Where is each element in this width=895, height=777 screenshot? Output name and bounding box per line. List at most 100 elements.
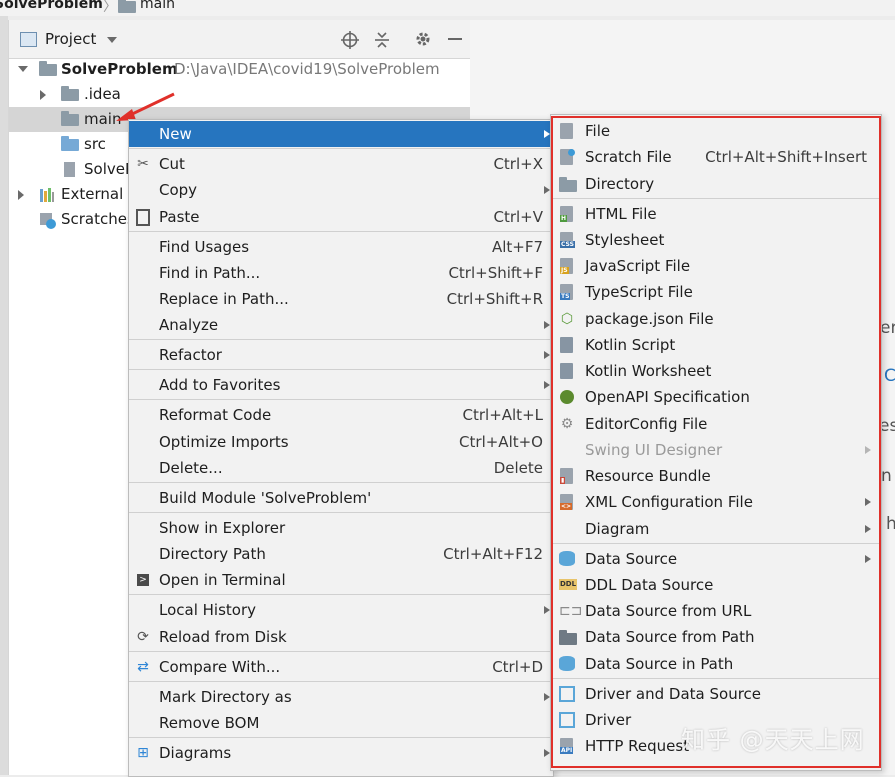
menu-separator: [129, 594, 553, 595]
menu-item-diagrams[interactable]: ⊞ Diagrams: [129, 740, 553, 766]
menu-separator: [551, 543, 881, 544]
new-item-xml-configuration[interactable]: <> XML Configuration File: [551, 489, 881, 515]
chevron-right-icon[interactable]: [18, 190, 24, 200]
new-item-typescript-file[interactable]: TS TypeScript File: [551, 279, 881, 305]
menu-item-show-in-explorer[interactable]: Show in Explorer: [129, 515, 553, 541]
menu-item-label: Data Source from URL: [585, 602, 752, 620]
link-icon: ⊏⊐: [559, 603, 583, 619]
new-item-data-source-url[interactable]: ⊏⊐ Data Source from URL: [551, 598, 881, 624]
tree-item-label: SolveP: [84, 160, 135, 178]
menu-item-replace-in-path[interactable]: Replace in Path... Ctrl+Shift+R: [129, 286, 553, 312]
menu-separator: [129, 231, 553, 232]
menu-item-find-usages[interactable]: Find Usages Alt+F7: [129, 234, 553, 260]
new-item-data-source[interactable]: Data Source: [551, 546, 881, 572]
new-item-kotlin-worksheet[interactable]: Kotlin Worksheet: [551, 358, 881, 384]
new-item-openapi[interactable]: OpenAPI Specification: [551, 384, 881, 410]
new-item-file[interactable]: File: [551, 118, 881, 144]
menu-item-find-in-path[interactable]: Find in Path... Ctrl+Shift+F: [129, 260, 553, 286]
menu-item-label: Open in Terminal: [159, 571, 286, 589]
menu-item-optimize-imports[interactable]: Optimize Imports Ctrl+Alt+O: [129, 429, 553, 455]
menu-separator: [129, 399, 553, 400]
xml-file-icon: <>: [559, 494, 575, 510]
menu-separator: [551, 678, 881, 679]
new-item-html-file[interactable]: H HTML File: [551, 201, 881, 227]
menu-item-local-history[interactable]: Local History: [129, 597, 553, 623]
menu-item-reformat-code[interactable]: Reformat Code Ctrl+Alt+L: [129, 402, 553, 428]
new-item-editorconfig[interactable]: ⚙ EditorConfig File: [551, 411, 881, 437]
project-view-title[interactable]: Project: [45, 30, 96, 48]
new-item-data-source-path[interactable]: Data Source from Path: [551, 624, 881, 650]
menu-item-compare-with[interactable]: ⇄ Compare With... Ctrl+D: [129, 654, 553, 680]
menu-item-label: JavaScript File: [585, 257, 691, 275]
new-item-javascript-file[interactable]: JS JavaScript File: [551, 253, 881, 279]
new-item-swing-ui-designer[interactable]: Swing UI Designer: [551, 437, 881, 463]
chevron-down-icon[interactable]: [107, 37, 117, 43]
menu-item-new[interactable]: New: [129, 121, 553, 147]
menu-item-label: Paste: [159, 208, 200, 226]
menu-item-label: Data Source from Path: [585, 628, 755, 646]
tree-item-root[interactable]: SolveProblem D:\Java\IDEA\covid19\SolveP…: [9, 57, 471, 82]
collapse-all-icon[interactable]: [373, 31, 391, 49]
menu-item-reload-from-disk[interactable]: ⟳ Reload from Disk: [129, 624, 553, 650]
menu-item-shortcut: Ctrl+Shift+R: [446, 290, 543, 308]
new-item-diagram[interactable]: Diagram: [551, 516, 881, 542]
tree-item-label: External L: [61, 185, 137, 203]
gear-icon[interactable]: [414, 30, 432, 48]
chevron-right-icon[interactable]: [40, 90, 46, 100]
menu-item-analyze[interactable]: Analyze: [129, 312, 553, 338]
ddl-icon: DDL: [559, 577, 577, 593]
minimize-icon[interactable]: [448, 38, 462, 40]
menu-item-copy[interactable]: Copy: [129, 177, 553, 203]
tree-item-label: SolveProblem: [61, 60, 178, 78]
html-file-icon: H: [559, 206, 575, 222]
menu-item-refactor[interactable]: Refactor: [129, 342, 553, 368]
menu-item-label: Resource Bundle: [585, 467, 711, 485]
menu-item-paste[interactable]: Paste Ctrl+V: [129, 204, 553, 230]
menu-item-label: Replace in Path...: [159, 290, 289, 308]
menu-item-label: Find in Path...: [159, 264, 261, 282]
new-submenu: File Scratch File Ctrl+Alt+Shift+Insert …: [550, 114, 882, 771]
menu-item-delete[interactable]: Delete... Delete: [129, 455, 553, 481]
tree-item-idea[interactable]: .idea: [9, 82, 471, 107]
menu-separator: [129, 512, 553, 513]
tree-item-label: Scratches: [61, 210, 135, 228]
new-item-directory[interactable]: Directory: [551, 171, 881, 197]
menu-item-open-in-terminal[interactable]: > Open in Terminal: [129, 567, 553, 593]
chevron-down-icon[interactable]: [18, 66, 28, 72]
menu-item-shortcut: Ctrl+Alt+F12: [443, 545, 543, 563]
menu-item-label: Directory Path: [159, 545, 266, 563]
menu-item-add-to-favorites[interactable]: Add to Favorites: [129, 372, 553, 398]
menu-item-label: Data Source in Path: [585, 655, 734, 673]
menu-item-label: Scratch File: [585, 148, 672, 166]
breadcrumb-folder[interactable]: main: [140, 0, 175, 12]
menu-item-remove-bom[interactable]: Remove BOM: [129, 710, 553, 736]
menu-separator: [129, 339, 553, 340]
new-item-driver-and-data-source[interactable]: Driver and Data Source: [551, 681, 881, 707]
menu-item-label: Driver and Data Source: [585, 685, 762, 703]
new-item-scratch-file[interactable]: Scratch File Ctrl+Alt+Shift+Insert: [551, 144, 881, 170]
menu-item-directory-path[interactable]: Directory Path Ctrl+Alt+F12: [129, 541, 553, 567]
new-item-package-json[interactable]: ⬡ package.json File: [551, 306, 881, 332]
menu-item-label: Data Source: [585, 550, 678, 568]
compare-icon: ⇄: [137, 659, 149, 675]
submenu-arrow-icon: [865, 446, 871, 454]
new-item-kotlin-script[interactable]: Kotlin Script: [551, 332, 881, 358]
menu-item-mark-directory-as[interactable]: Mark Directory as: [129, 684, 553, 710]
folder-icon: [559, 176, 577, 192]
new-item-data-source-in-path[interactable]: Data Source in Path: [551, 651, 881, 677]
new-item-stylesheet[interactable]: CSS Stylesheet: [551, 227, 881, 253]
scratch-file-icon: [559, 149, 575, 165]
breadcrumb-project[interactable]: SolveProblem: [0, 0, 103, 12]
menu-item-build-module[interactable]: Build Module 'SolveProblem': [129, 485, 553, 511]
locate-icon[interactable]: [341, 31, 359, 49]
new-item-ddl-data-source[interactable]: DDL DDL Data Source: [551, 572, 881, 598]
new-item-resource-bundle[interactable]: ▮ Resource Bundle: [551, 463, 881, 489]
css-file-icon: CSS: [559, 232, 575, 248]
menu-item-shortcut: Ctrl+X: [493, 155, 543, 173]
menu-item-label: Compare With...: [159, 658, 281, 676]
scissors-icon: ✂: [137, 156, 149, 172]
diagram-icon: ⊞: [137, 745, 149, 761]
menu-item-shortcut: Ctrl+Alt+L: [462, 406, 544, 424]
menu-item-cut[interactable]: ✂ Cut Ctrl+X: [129, 151, 553, 177]
module-folder-icon: [39, 61, 57, 76]
